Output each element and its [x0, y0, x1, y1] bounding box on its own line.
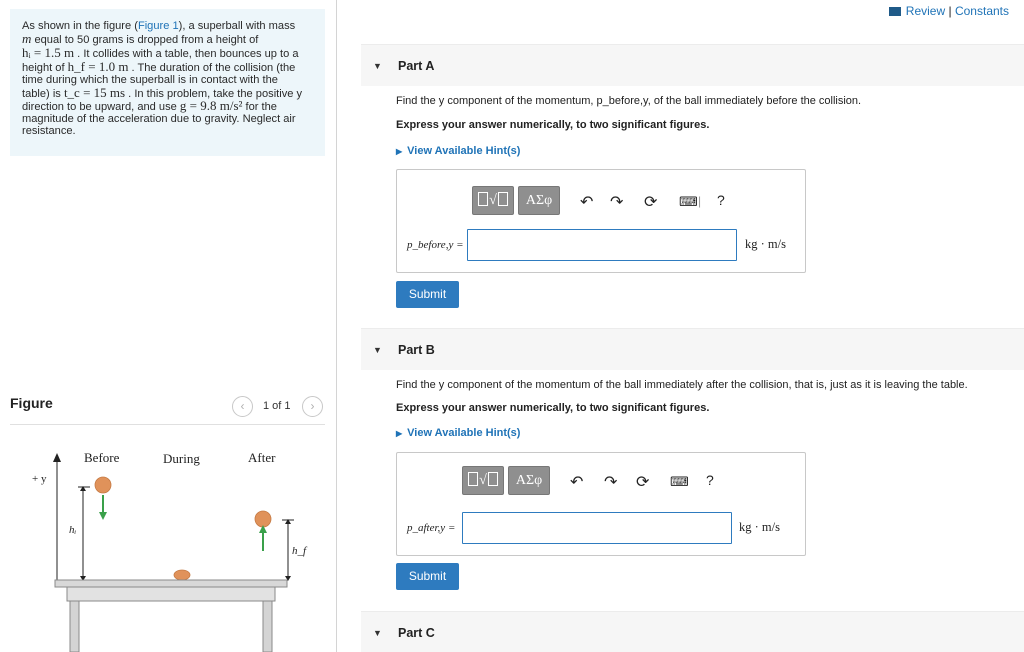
reset-icon[interactable]: ⟳: [644, 192, 657, 212]
ball-after: [254, 510, 272, 528]
instruction-text: Express your answer numerically, to two …: [396, 119, 710, 131]
math-toolbar: √ ΑΣφ ↶ ↷ ⟳ ⌨ ?: [462, 466, 722, 496]
help-icon[interactable]: ?: [706, 472, 714, 488]
part-title: Part B: [398, 343, 435, 357]
problem-statement: As shown in the figure (Figure 1), a sup…: [10, 9, 325, 156]
undo-icon[interactable]: ↶: [580, 192, 593, 212]
redo-icon[interactable]: ↷: [604, 472, 617, 492]
answer-input[interactable]: [467, 229, 737, 261]
axis-arrow-icon: [53, 453, 61, 462]
during-label: During: [163, 451, 200, 466]
answer-box: √ ΑΣφ ↶ ↷ ⟳ ⌨ ? p_after,y = kg · m/s: [396, 452, 806, 556]
figure-count: 1 of 1: [263, 400, 291, 412]
greek-button[interactable]: ΑΣφ: [508, 466, 550, 495]
part-b-header[interactable]: ▼ Part B: [361, 328, 1024, 370]
divider: |: [698, 194, 702, 208]
unit-label: kg · m/s: [745, 237, 786, 251]
caret-down-icon: ▼: [373, 628, 382, 638]
constants-link[interactable]: Constants: [955, 4, 1009, 18]
hint-link[interactable]: ▶ View Available Hint(s): [396, 427, 520, 439]
answer-label: p_before,y =: [407, 239, 464, 251]
table-apron: [66, 586, 276, 602]
superball-figure: + y Before During After hᵢ h_f: [32, 450, 308, 652]
caret-down-icon: ▼: [373, 345, 382, 355]
figure-pager: ‹ 1 of 1 ›: [232, 396, 324, 418]
template-button[interactable]: √: [462, 466, 504, 495]
help-icon[interactable]: ?: [717, 192, 725, 208]
problem-line: resistance.: [22, 125, 76, 138]
question-text: Find the y component of the momentum, p_…: [396, 95, 862, 107]
separator: |: [948, 4, 952, 18]
caret-right-icon: ▶: [396, 147, 403, 156]
left-panel: As shown in the figure (Figure 1), a sup…: [0, 0, 337, 652]
hf-label: h_f: [292, 545, 308, 557]
figure-link[interactable]: Figure 1: [138, 20, 179, 32]
next-figure-button[interactable]: ›: [302, 396, 323, 417]
unit-label: kg · m/s: [739, 520, 780, 534]
review-link[interactable]: Review: [906, 4, 945, 18]
submit-button[interactable]: Submit: [396, 281, 459, 308]
figure-title: Figure: [10, 395, 53, 411]
chevron-left-icon: ‹: [240, 399, 245, 413]
table-top: [54, 579, 288, 588]
keyboard-icon[interactable]: ⌨: [670, 474, 689, 490]
problem-line: hᵢ = 1.5 m . It collides with a table, t…: [22, 44, 299, 60]
divider: [10, 424, 325, 425]
answer-label: p_after,y =: [407, 522, 456, 534]
undo-icon[interactable]: ↶: [570, 472, 583, 492]
redo-icon[interactable]: ↷: [610, 192, 623, 212]
hi-label: hᵢ: [69, 524, 77, 536]
problem-line: table) is t_c = 15 ms . In this problem,…: [22, 84, 303, 100]
caret-right-icon: ▶: [396, 429, 403, 438]
keyboard-icon[interactable]: ⌨: [679, 194, 698, 210]
math-toolbar: √ ΑΣφ ↶ ↷ ⟳ ⌨ | ?: [472, 186, 732, 216]
axis-label: + y: [32, 473, 47, 485]
answer-input[interactable]: [462, 512, 732, 544]
table-leg: [69, 600, 80, 652]
ball-before: [94, 476, 112, 494]
table-leg: [262, 600, 273, 652]
instruction-text: Express your answer numerically, to two …: [396, 402, 710, 414]
hint-link[interactable]: ▶ View Available Hint(s): [396, 145, 520, 157]
part-title: Part C: [398, 626, 435, 640]
before-label: Before: [84, 450, 120, 465]
problem-line: direction to be upward, and use g = 9.8 …: [22, 98, 277, 114]
part-c-header[interactable]: ▼ Part C: [361, 611, 1024, 652]
book-icon: [888, 7, 901, 16]
part-a-header[interactable]: ▼ Part A: [361, 44, 1024, 86]
part-title: Part A: [398, 59, 435, 73]
answer-box: √ ΑΣφ ↶ ↷ ⟳ ⌨ | ? p_before,y = kg · m/s: [396, 169, 806, 273]
ball-during: [173, 569, 191, 581]
review-constants: Review | Constants: [888, 4, 1009, 18]
greek-button[interactable]: ΑΣφ: [518, 186, 560, 215]
prev-figure-button[interactable]: ‹: [232, 396, 253, 417]
question-text: Find the y component of the momentum of …: [396, 379, 968, 391]
template-button[interactable]: √: [472, 186, 514, 215]
chevron-right-icon: ›: [310, 399, 315, 413]
problem-line: As shown in the figure (Figure 1), a sup…: [22, 20, 296, 32]
caret-down-icon: ▼: [373, 61, 382, 71]
reset-icon[interactable]: ⟳: [636, 472, 649, 492]
submit-button[interactable]: Submit: [396, 563, 459, 590]
after-label: After: [248, 450, 276, 465]
problem-line: height of h_f = 1.0 m . The duration of …: [22, 58, 296, 74]
